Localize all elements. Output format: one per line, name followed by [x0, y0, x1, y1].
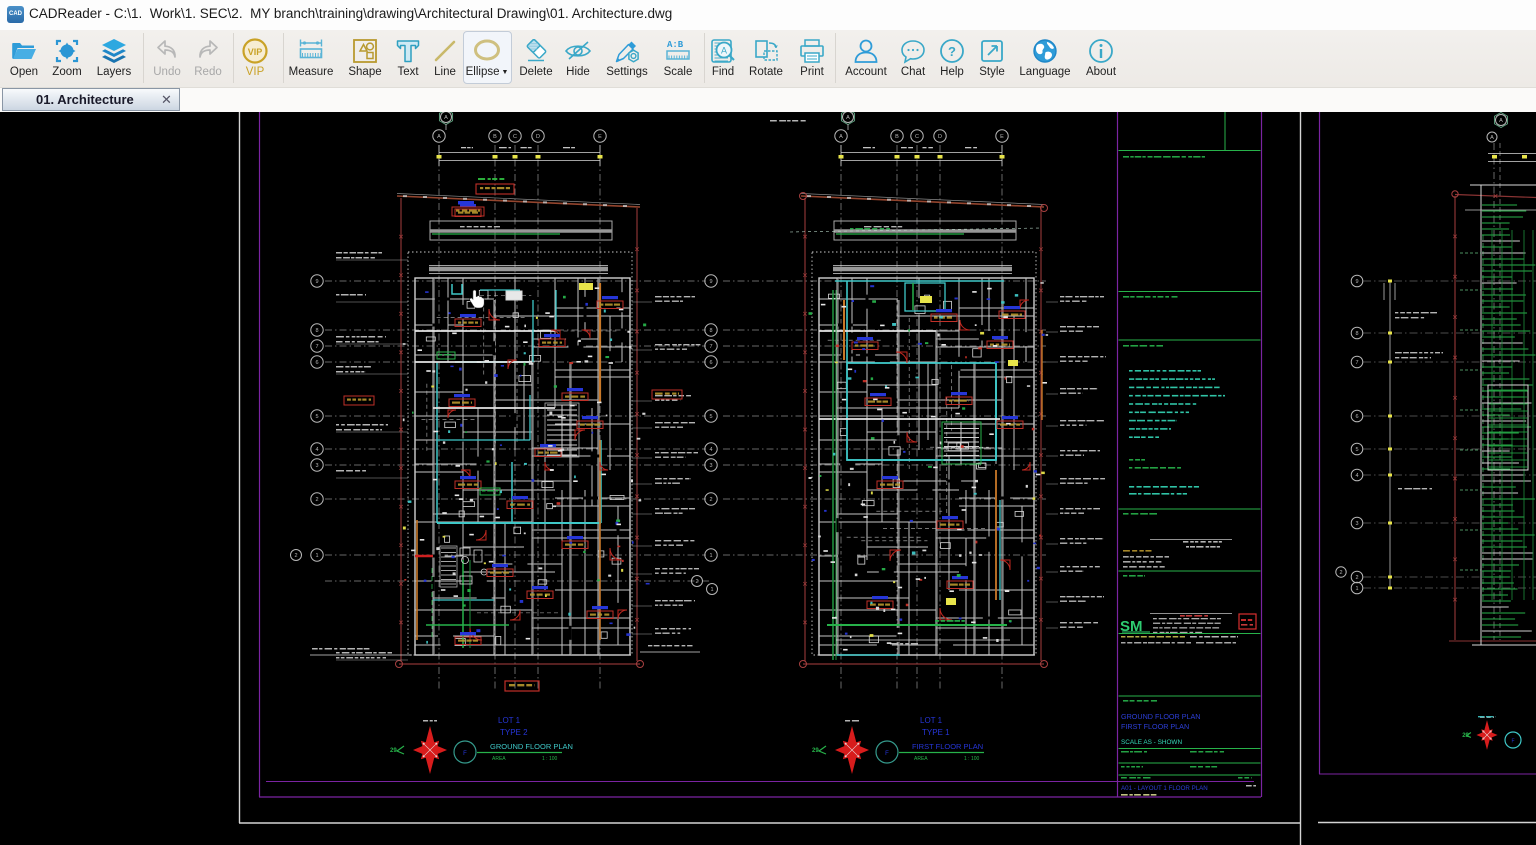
svg-text:1 : 100: 1 : 100 [964, 756, 980, 762]
svg-text:9: 9 [315, 279, 318, 285]
svg-text:4: 4 [315, 447, 318, 453]
svg-text:A: A [437, 134, 441, 140]
svg-text:1: 1 [315, 553, 318, 559]
svg-text:AREA: AREA [492, 756, 506, 762]
svg-text:D: D [536, 134, 540, 140]
svg-text:TYPE 1: TYPE 1 [922, 728, 950, 737]
svg-text:4: 4 [1355, 473, 1358, 479]
svg-text:LOT 1: LOT 1 [920, 716, 943, 725]
svg-text:GROUND FLOOR PLAN: GROUND FLOOR PLAN [1121, 712, 1200, 721]
svg-text:B: B [895, 134, 899, 140]
svg-text:A: A [1490, 135, 1494, 141]
svg-text:F: F [885, 751, 889, 757]
svg-text:VIP: VIP [248, 47, 263, 57]
svg-text:3: 3 [315, 463, 318, 469]
svg-text:29: 29 [812, 748, 819, 754]
svg-text:A: A [444, 115, 448, 121]
svg-text:1: 1 [1355, 586, 1358, 592]
svg-text:4: 4 [709, 447, 712, 453]
svg-text:2: 2 [709, 497, 712, 503]
svg-text:3: 3 [709, 463, 712, 469]
svg-text:29: 29 [390, 748, 397, 754]
svg-text:2: 2 [294, 553, 297, 559]
svg-text:F: F [463, 751, 467, 757]
svg-text:3: 3 [1355, 521, 1358, 527]
svg-text:C: C [915, 134, 919, 140]
svg-text:SCALE AS - SHOWN: SCALE AS - SHOWN [1121, 739, 1182, 746]
svg-text:2: 2 [695, 579, 698, 585]
svg-text:A: A [839, 134, 843, 140]
svg-text:8: 8 [709, 328, 712, 334]
svg-text:2: 2 [1339, 570, 1342, 576]
svg-text:2: 2 [1355, 575, 1358, 581]
svg-text:?: ? [948, 44, 956, 59]
svg-text:1: 1 [709, 553, 712, 559]
svg-text:6: 6 [315, 360, 318, 366]
svg-text:B: B [493, 134, 497, 140]
svg-text:F: F [1511, 739, 1514, 745]
svg-text:1: 1 [710, 587, 713, 593]
svg-text:A: A [721, 46, 727, 56]
svg-text:AREA: AREA [914, 756, 928, 762]
svg-text:FIRST FLOOR PLAN: FIRST FLOOR PLAN [912, 742, 983, 751]
svg-text:A: A [1499, 118, 1503, 124]
svg-text:6: 6 [709, 360, 712, 366]
svg-text:7: 7 [315, 344, 318, 350]
svg-text:5: 5 [709, 414, 712, 420]
svg-text:LOT 1: LOT 1 [498, 716, 521, 725]
svg-text:A: A [846, 115, 850, 121]
svg-text:7: 7 [709, 344, 712, 350]
svg-text:9: 9 [709, 279, 712, 285]
svg-text:A01 - LAYOUT 1 FLOOR PLAN: A01 - LAYOUT 1 FLOOR PLAN [1121, 785, 1208, 792]
svg-text:7: 7 [1355, 360, 1358, 366]
svg-text:C: C [513, 134, 517, 140]
svg-text:8: 8 [315, 328, 318, 334]
svg-text:E: E [598, 134, 602, 140]
svg-text:5: 5 [1355, 447, 1358, 453]
svg-text:A:B: A:B [667, 40, 684, 50]
svg-text:E: E [1000, 134, 1004, 140]
svg-text:6: 6 [1355, 414, 1358, 420]
svg-text:GROUND FLOOR PLAN: GROUND FLOOR PLAN [490, 742, 573, 751]
svg-text:2: 2 [315, 497, 318, 503]
svg-text:TYPE 2: TYPE 2 [500, 728, 528, 737]
svg-text:FIRST FLOOR PLAN: FIRST FLOOR PLAN [1121, 722, 1189, 731]
svg-text:9: 9 [1355, 279, 1358, 285]
svg-text:1 : 100: 1 : 100 [542, 756, 558, 762]
svg-text:29: 29 [1462, 733, 1469, 739]
svg-text:8: 8 [1355, 331, 1358, 337]
svg-text:5: 5 [315, 414, 318, 420]
svg-text:D: D [938, 134, 942, 140]
